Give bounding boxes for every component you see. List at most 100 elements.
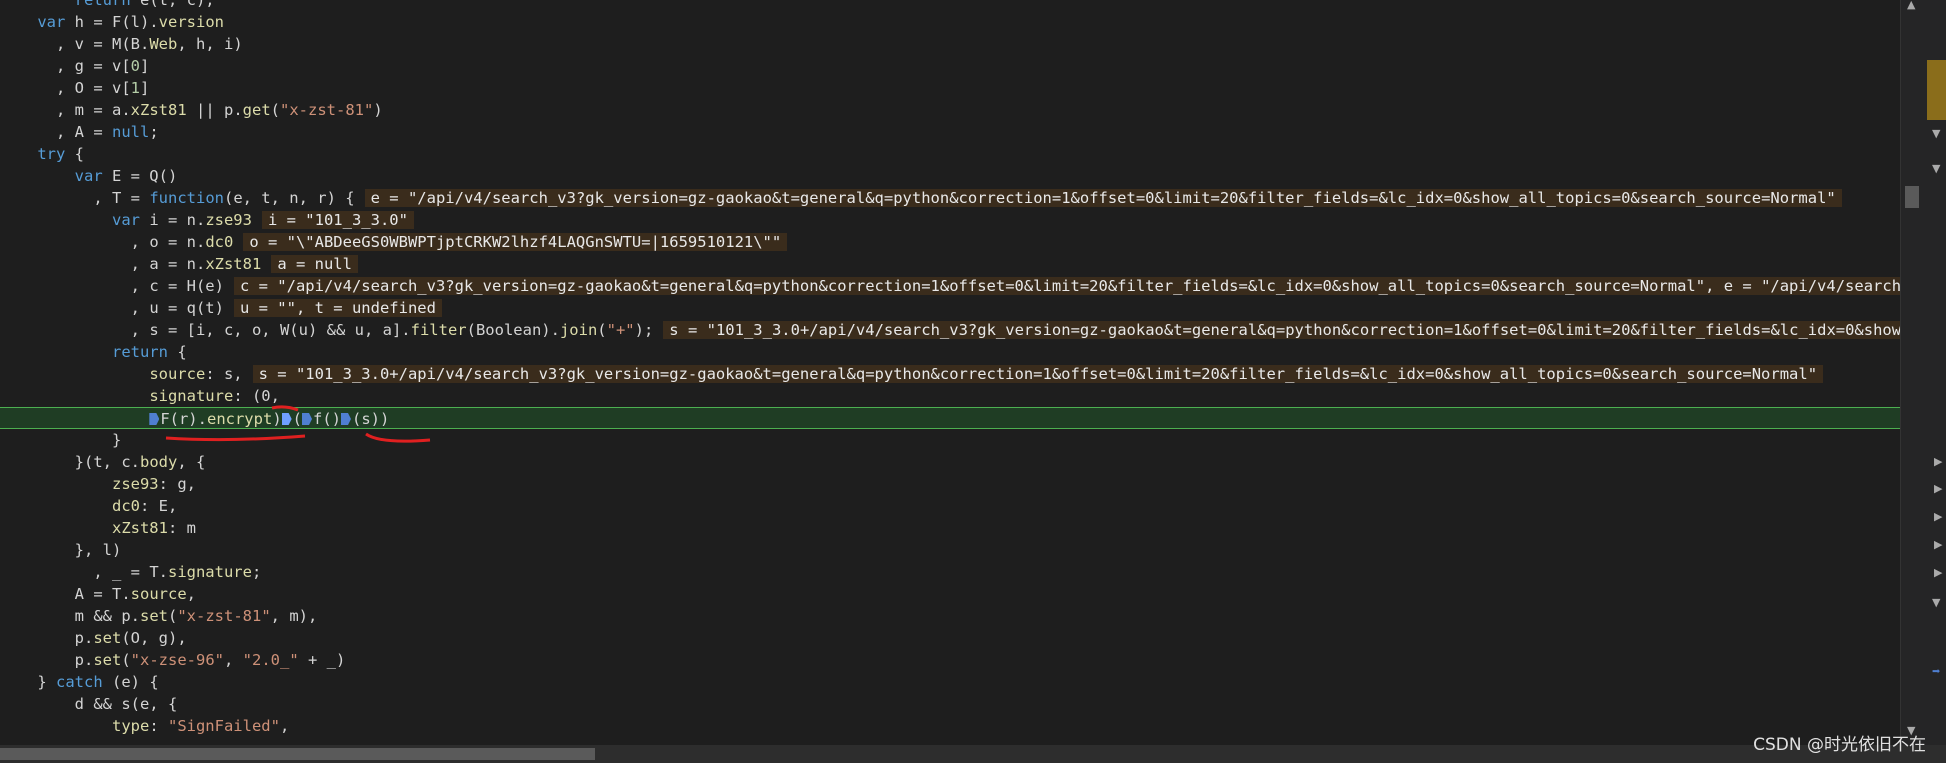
code-token: , T = xyxy=(93,189,150,207)
code-token: , a = n. xyxy=(130,255,206,273)
expand-arrow-icon[interactable]: ▶ xyxy=(1934,455,1942,468)
inline-value-preview: e = "/api/v4/search_v3?gk_version=gz-gao… xyxy=(364,189,1842,207)
code-line[interactable]: zse93: g, xyxy=(0,473,1900,495)
code-line[interactable]: return e(t, c); xyxy=(0,0,1900,11)
expand-arrow-icon[interactable]: ▶ xyxy=(1934,566,1942,579)
code-line[interactable]: , v = M(B.Web, h, i) xyxy=(0,33,1900,55)
code-line[interactable]: , m = a.xZst81 || p.get("x-zst-81") xyxy=(0,99,1900,121)
code-line[interactable]: A = T.source, xyxy=(0,583,1900,605)
code-token: , xyxy=(186,585,196,603)
code-token: : xyxy=(149,717,168,735)
code-token: ] xyxy=(140,57,150,75)
code-token: xZst81 xyxy=(130,101,187,119)
code-token: }(t, c. xyxy=(74,453,140,471)
code-token: zse93 xyxy=(205,211,252,229)
code-line[interactable]: , a = n.xZst81 a = null xyxy=(0,253,1900,275)
collapse-arrow-icon[interactable]: ▼ xyxy=(1932,127,1940,140)
code-line[interactable]: type: "SignFailed", xyxy=(0,715,1900,737)
code-token: , { xyxy=(177,453,206,471)
code-token: ( xyxy=(270,101,280,119)
code-token: Web xyxy=(149,35,178,53)
code-token: d && s(e, { xyxy=(74,695,178,713)
code-token: body xyxy=(139,453,178,471)
expand-arrow-icon[interactable]: ▶ xyxy=(1934,538,1942,551)
code-line[interactable]: source: s, s = "101_3_3.0+/api/v4/search_… xyxy=(0,363,1900,385)
code-token: , m), xyxy=(270,607,318,625)
scroll-up-arrow-icon[interactable]: ▲ xyxy=(1907,0,1915,11)
code-token: , xyxy=(279,717,290,735)
code-editor[interactable]: return e(t, c); var h = F(l).version , v… xyxy=(0,0,1900,745)
vertical-scroll-thumb[interactable] xyxy=(1905,186,1919,208)
code-token: try xyxy=(37,145,66,163)
code-line[interactable]: signature: (0, xyxy=(0,385,1900,407)
code-line[interactable]: , O = v[1] xyxy=(0,77,1900,99)
code-line[interactable]: }, l) xyxy=(0,539,1900,561)
code-token: (s)) xyxy=(352,410,390,428)
code-token: 0 xyxy=(130,57,140,75)
code-line[interactable]: var i = n.zse93 i = "101_3_3.0" xyxy=(0,209,1900,231)
code-line[interactable]: try { xyxy=(0,143,1900,165)
code-token: "x-zse-96" xyxy=(130,651,224,669)
code-line[interactable]: , c = H(e) c = "/api/v4/search_v3?gk_vers… xyxy=(0,275,1900,297)
code-token: , s = [i, c, o, W(u) && u, a]. xyxy=(130,321,411,339)
code-token: , u = q(t) xyxy=(130,299,224,317)
code-line[interactable]: , A = null; xyxy=(0,121,1900,143)
code-token: ( xyxy=(292,410,302,428)
code-token: } xyxy=(111,431,122,449)
code-token: join xyxy=(559,321,598,339)
code-line-current[interactable]: F(r).encrypt) (f() (s)) xyxy=(0,407,1900,429)
code-token: source xyxy=(149,365,206,383)
expand-arrow-icon[interactable]: ▶ xyxy=(1934,482,1942,495)
code-token: return xyxy=(74,0,140,9)
inline-breakpoint-icon[interactable] xyxy=(149,413,160,425)
inline-breakpoint-icon[interactable] xyxy=(281,413,292,425)
code-line[interactable]: , _ = T.signature; xyxy=(0,561,1900,583)
code-line[interactable]: m && p.set("x-zst-81", m), xyxy=(0,605,1900,627)
code-line[interactable]: } catch (e) { xyxy=(0,671,1900,693)
code-line[interactable]: d && s(e, { xyxy=(0,693,1900,715)
minimap-marker xyxy=(1927,60,1946,120)
code-line[interactable]: , g = v[0] xyxy=(0,55,1900,77)
code-line[interactable]: var h = F(l).version xyxy=(0,11,1900,33)
code-token: E = Q() xyxy=(111,167,178,185)
code-line[interactable]: p.set(O, g), xyxy=(0,627,1900,649)
code-line[interactable]: , T = function(e, t, n, r) {e = "/api/v4… xyxy=(0,187,1900,209)
code-line[interactable]: return { xyxy=(0,341,1900,363)
collapse-arrow-icon[interactable]: ▼ xyxy=(1932,596,1940,609)
code-token: ( xyxy=(121,651,131,669)
code-token: ( xyxy=(597,321,607,339)
inline-value-preview: a = null xyxy=(271,255,358,273)
expand-arrow-icon[interactable]: ▶ xyxy=(1934,510,1942,523)
code-token: h = F(l). xyxy=(74,13,159,31)
code-line[interactable]: xZst81: m xyxy=(0,517,1900,539)
code-line[interactable]: }(t, c.body, { xyxy=(0,451,1900,473)
code-token: dc0 xyxy=(111,497,140,515)
code-token: , g = v[ xyxy=(56,57,131,75)
code-line[interactable]: , s = [i, c, o, W(u) && u, a].filter(Boo… xyxy=(0,319,1900,341)
collapse-arrow-icon[interactable]: ▼ xyxy=(1932,162,1940,175)
code-line[interactable]: dc0: E, xyxy=(0,495,1900,517)
code-line[interactable]: , u = q(t) u = "", t = undefined xyxy=(0,297,1900,319)
code-token: catch xyxy=(56,673,103,691)
code-line[interactable] xyxy=(0,737,1900,745)
inline-breakpoint-icon[interactable] xyxy=(302,413,312,425)
code-line[interactable]: } xyxy=(0,429,1900,451)
code-line[interactable]: var E = Q() xyxy=(0,165,1900,187)
code-token: "+" xyxy=(606,321,635,339)
code-line[interactable]: , o = n.dc0 o = "\"ABDeeGS0WBWPTjptCRKW2l… xyxy=(0,231,1900,253)
horizontal-scroll-thumb[interactable] xyxy=(0,748,595,760)
code-line[interactable]: p.set("x-zse-96", "2.0_" + _) xyxy=(0,649,1900,671)
code-token: { xyxy=(167,343,187,361)
inline-breakpoint-icon[interactable] xyxy=(341,413,351,425)
code-token: e(t, c); xyxy=(139,0,215,9)
